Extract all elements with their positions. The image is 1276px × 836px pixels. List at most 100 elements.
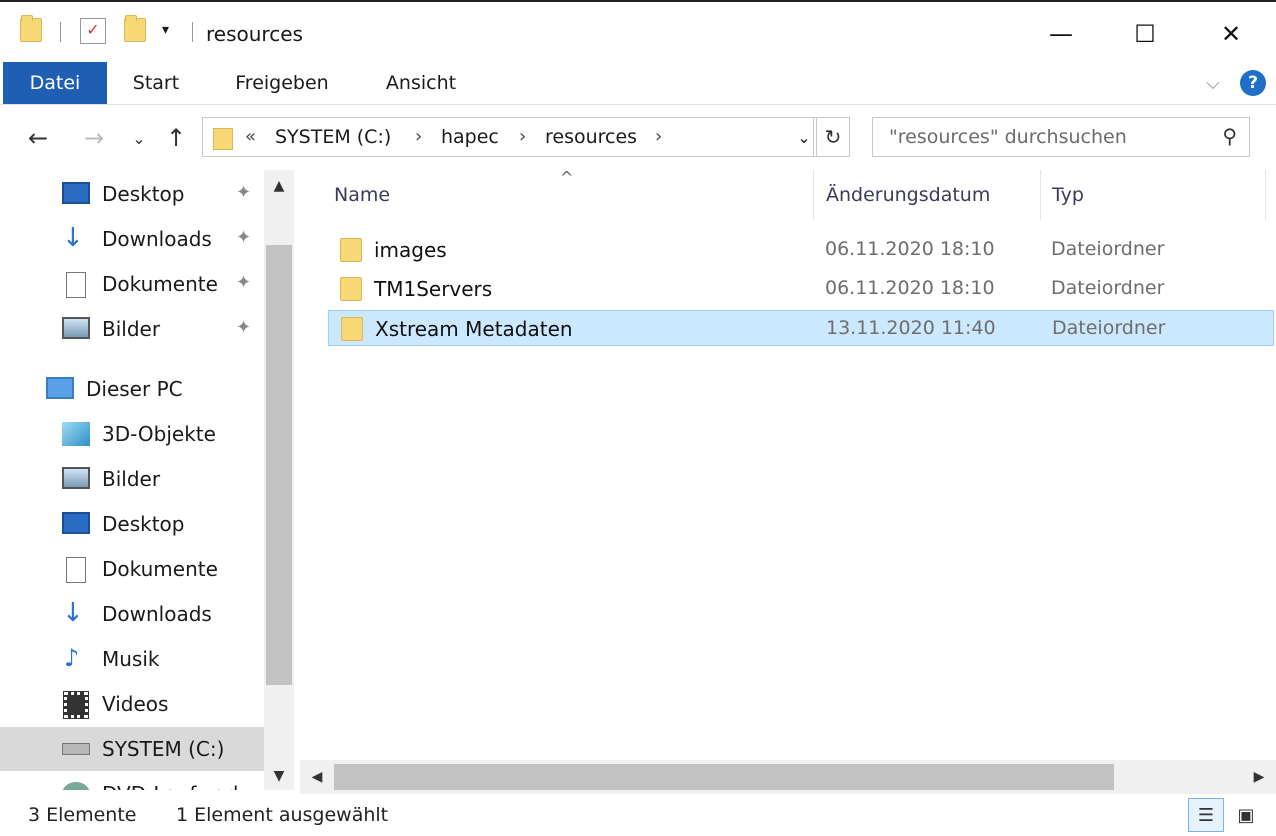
pin-icon: ✦ [236,272,252,293]
pictures-icon [62,467,90,489]
column-divider[interactable] [813,170,814,220]
sidebar-item-label: Downloads [102,227,212,251]
table-row[interactable]: TM1Servers 06.11.2020 18:10 Dateiordner [328,271,1274,307]
sidebar-item-dvd[interactable]: DVD-Laufwerk (E [0,772,264,790]
scroll-up-icon[interactable]: ▲ [264,172,294,200]
sidebar-item-label: Bilder [102,317,161,341]
videos-icon [63,691,89,719]
selection-count: 1 Element ausgewählt [176,804,389,826]
table-row[interactable]: Xstream Metadaten 13.11.2020 11:40 Datei… [328,310,1274,346]
pictures-icon [62,317,90,339]
breadcrumb-system[interactable]: SYSTEM (C:) [275,126,391,148]
table-row[interactable]: images 06.11.2020 18:10 Dateiordner [328,232,1274,268]
customize-toolbar-icon[interactable]: ▾ [162,22,169,38]
sidebar-item-desktop[interactable]: Desktop [0,502,264,546]
scroll-right-icon[interactable]: ▶ [1244,763,1274,791]
sidebar-item-label: DVD-Laufwerk (E [102,782,264,790]
scroll-down-icon[interactable]: ▼ [264,762,294,790]
breadcrumb-hapec[interactable]: hapec [441,126,499,148]
sidebar-item-system-drive[interactable]: SYSTEM (C:) [0,727,264,771]
sidebar-item-downloads[interactable]: ↓ Downloads [0,592,264,636]
sidebar-item-desktop[interactable]: Desktop ✦ [0,172,264,216]
sidebar-item-label: Bilder [102,467,161,491]
minimize-button[interactable]: — [1026,12,1096,56]
chevron-right-icon[interactable]: › [519,126,526,147]
recent-locations-button[interactable]: ⌄ [126,110,152,166]
address-bar[interactable]: « SYSTEM (C:) › hapec › resources › [202,117,814,157]
folder-icon [20,15,42,42]
column-header-name[interactable]: Name [334,184,390,206]
tab-view[interactable]: Ansicht [372,62,470,104]
sidebar-item-this-pc[interactable]: Dieser PC [0,367,264,411]
sidebar-item-label: Musik [102,647,160,671]
navigation-pane: Desktop ✦ ↓ Downloads ✦ Dokumente ✦ Bild… [0,170,300,790]
search-icon[interactable]: ⚲ [1222,124,1237,148]
sidebar-item-videos[interactable]: Videos [0,682,264,726]
sidebar-item-pictures[interactable]: Bilder ✦ [0,307,264,351]
tab-file[interactable]: Datei [3,62,107,104]
forward-button[interactable]: → [74,110,114,166]
file-name: Xstream Metadaten [375,317,573,341]
refresh-button[interactable]: ↻ [816,117,850,157]
column-divider[interactable] [1265,170,1266,220]
file-date: 06.11.2020 18:10 [825,277,995,299]
sidebar-scrollbar[interactable]: ▲ ▼ [264,170,294,790]
sidebar-item-label: Dokumente [102,557,218,581]
file-list: ^ Name Änderungsdatum Typ images 06.11.2… [300,168,1276,760]
up-button[interactable]: ↑ [158,110,194,166]
sidebar-item-pictures[interactable]: Bilder [0,457,264,501]
chevron-right-icon[interactable]: › [415,126,422,147]
maximize-button[interactable]: ☐ [1110,12,1180,56]
back-button[interactable]: ← [18,110,58,166]
separator [60,22,61,42]
sidebar-item-label: Dokumente [102,272,218,296]
column-header-date[interactable]: Änderungsdatum [826,184,990,206]
sidebar-item-documents[interactable]: Dokumente ✦ [0,262,264,306]
documents-icon [66,557,86,583]
sidebar-item-downloads[interactable]: ↓ Downloads ✦ [0,217,264,261]
ribbon-tabs: Datei Start Freigeben Ansicht ⌵ ? [0,62,1276,105]
folder-icon [340,238,362,262]
sidebar-item-label: Desktop [102,512,185,536]
desktop-icon [62,182,90,204]
column-divider[interactable] [1040,170,1041,220]
computer-icon [46,377,74,399]
large-icons-view-icon[interactable]: ▣ [1228,798,1264,832]
search-input[interactable]: "resources" durchsuchen ⚲ [872,117,1250,157]
downloads-icon: ↓ [62,598,84,628]
new-folder-icon[interactable] [124,15,146,42]
folder-icon [213,128,233,150]
title-bar: ✓ ▾ resources — ☐ ✕ [0,0,1276,62]
tab-start[interactable]: Start [118,62,194,104]
sidebar-item-3d-objects[interactable]: 3D-Objekte [0,412,264,456]
sidebar-item-documents[interactable]: Dokumente [0,547,264,591]
horizontal-scroll-thumb[interactable] [334,764,1114,790]
scroll-left-icon[interactable]: ◀ [302,763,332,791]
dvd-icon [62,782,90,790]
column-header-type[interactable]: Typ [1052,184,1084,206]
expand-ribbon-icon[interactable]: ⌵ [1198,62,1228,104]
address-dropdown-icon[interactable]: ⌄ [792,117,816,157]
sidebar-scroll-thumb[interactable] [266,245,292,685]
navigation-bar: ← → ⌄ ↑ « SYSTEM (C:) › hapec › resource… [0,110,1276,166]
close-button[interactable]: ✕ [1196,12,1266,56]
tab-share[interactable]: Freigeben [220,62,344,104]
address-overflow[interactable]: « [245,126,256,147]
sidebar-item-music[interactable]: ♪ Musik [0,637,264,681]
file-type: Dateiordner [1052,317,1166,339]
horizontal-scrollbar[interactable]: ◀ ▶ [300,760,1276,794]
breadcrumb-resources[interactable]: resources [545,126,637,148]
documents-icon [66,272,86,298]
pin-icon: ✦ [236,227,252,248]
status-bar: 3 Elemente 1 Element ausgewählt ☰ ▣ [0,796,1276,836]
file-date: 13.11.2020 11:40 [826,317,996,339]
chevron-right-icon[interactable]: › [655,126,662,147]
help-icon[interactable]: ? [1240,70,1266,96]
details-view-icon[interactable]: ☰ [1188,798,1224,832]
search-placeholder: "resources" durchsuchen [889,126,1127,148]
sidebar-item-label: Dieser PC [86,377,183,401]
file-date: 06.11.2020 18:10 [825,238,995,260]
item-count: 3 Elemente [28,804,137,826]
file-name: images [374,238,447,262]
properties-icon[interactable]: ✓ [80,18,106,44]
